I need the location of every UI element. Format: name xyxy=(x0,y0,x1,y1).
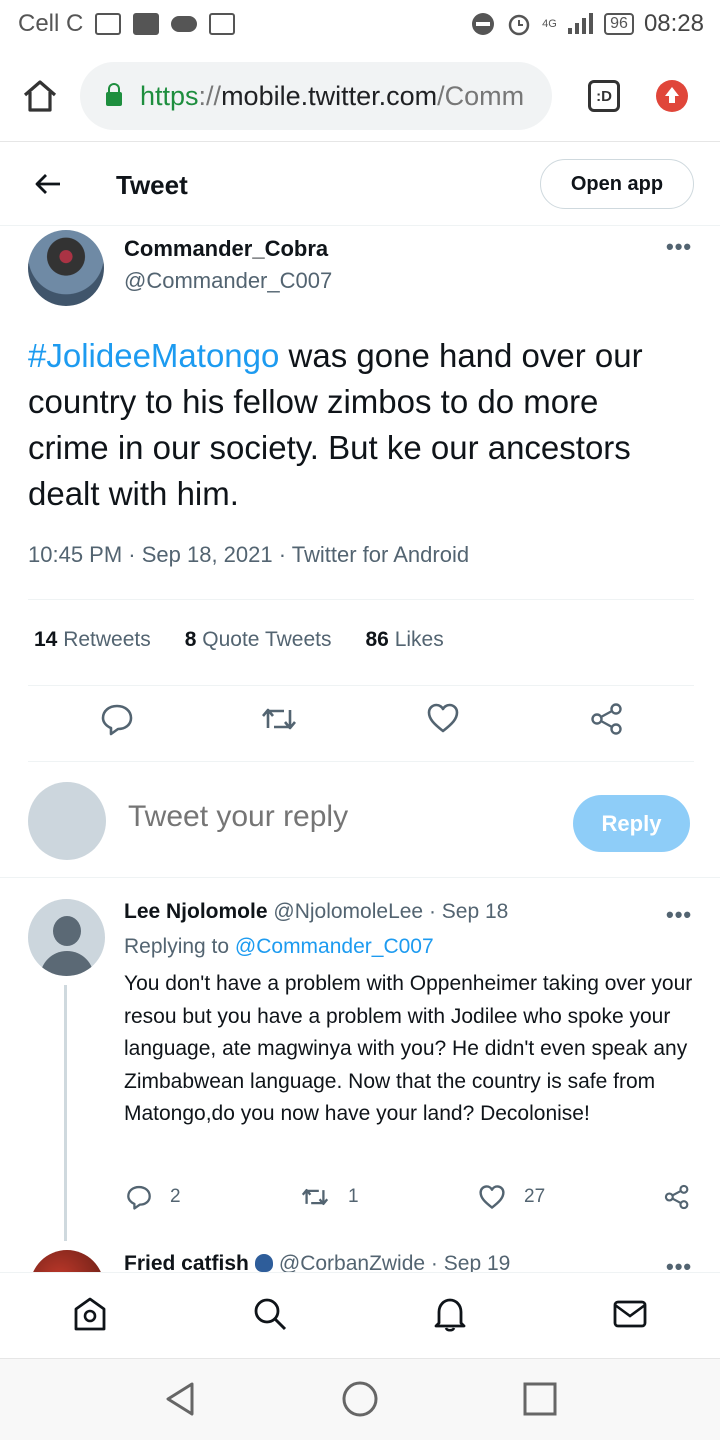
reply-date[interactable]: Sep 18 xyxy=(442,900,509,923)
like-icon xyxy=(479,1185,505,1209)
reply-header: Lee Njolomole @NjolomoleLee · Sep 18 xyxy=(124,900,508,924)
retweets-stat[interactable]: 14 Retweets xyxy=(34,628,151,652)
do-not-disturb-icon xyxy=(472,13,495,35)
retweets-label: Retweets xyxy=(63,628,151,651)
page-title: Tweet xyxy=(116,170,188,200)
alarm-icon xyxy=(508,14,530,36)
quote-count: 8 xyxy=(184,628,197,651)
signal-icon xyxy=(568,13,594,34)
share-icon xyxy=(664,1184,689,1210)
page-header: Tweet Open app xyxy=(0,148,720,226)
reply-button[interactable]: Reply xyxy=(573,795,690,852)
reply-retweet-action[interactable]: 1 xyxy=(300,1184,359,1210)
address-bar[interactable]: https://mobile.twitter.com/Comm xyxy=(80,62,552,130)
cloud-notification-icon xyxy=(171,16,198,32)
like-icon[interactable] xyxy=(426,702,460,734)
search-icon[interactable] xyxy=(252,1295,288,1333)
url-host: mobile.twitter.com xyxy=(221,80,438,111)
user-badge-icon xyxy=(254,1254,273,1272)
url-path: /Comm xyxy=(437,80,525,111)
reply-input[interactable] xyxy=(128,800,548,834)
divider xyxy=(0,877,720,878)
replying-to-mention[interactable]: @Commander_C007 xyxy=(235,935,434,958)
reply-actions: 2 1 27 xyxy=(0,1184,720,1214)
retweets-count: 14 xyxy=(34,628,58,651)
carrier-label: Cell C xyxy=(18,10,84,37)
reply-icon[interactable] xyxy=(100,702,134,736)
share-icon[interactable] xyxy=(590,702,624,736)
quote-tweets-stat[interactable]: 8 Quote Tweets xyxy=(185,628,332,652)
likes-stat[interactable]: 86 Likes xyxy=(365,628,443,652)
reply-icon xyxy=(127,1185,151,1210)
reply-reply-action[interactable]: 2 xyxy=(126,1184,181,1210)
status-time: 08:28 xyxy=(643,10,704,37)
retweet-count: 1 xyxy=(348,1186,359,1207)
tweet-text: #JolideeMatongo was gone hand over our c… xyxy=(28,333,688,517)
system-navigation-bar xyxy=(0,1358,720,1440)
current-user-avatar xyxy=(28,782,106,860)
browser-toolbar: https://mobile.twitter.com/Comm :D xyxy=(0,50,720,142)
divider xyxy=(28,761,694,762)
home-circle-icon[interactable] xyxy=(340,1379,380,1419)
reply-author-handle[interactable]: @NjolomoleLee xyxy=(273,900,423,923)
retweet-icon[interactable] xyxy=(260,702,298,736)
status-bar: Cell C 4G 96 08:28 xyxy=(0,0,720,50)
reply-count: 2 xyxy=(170,1186,181,1207)
divider xyxy=(28,685,694,686)
divider xyxy=(28,599,694,600)
reply-separator: · xyxy=(423,900,442,923)
tab-switcher-button[interactable]: :D xyxy=(588,80,620,112)
hashtag-link[interactable]: #JolideeMatongo xyxy=(28,337,279,374)
author-handle[interactable]: @Commander_C007 xyxy=(124,268,332,294)
url-separator: :// xyxy=(198,80,222,111)
reply-avatar-default[interactable] xyxy=(28,899,105,976)
quote-label: Quote Tweets xyxy=(202,628,332,651)
tweet-stats: 14 Retweets 8 Quote Tweets 86 Likes xyxy=(34,628,444,652)
tweet-actions xyxy=(0,702,720,746)
likes-label: Likes xyxy=(394,628,444,651)
calendar-notification-icon xyxy=(209,13,236,35)
like-count: 27 xyxy=(524,1186,546,1207)
open-app-button[interactable]: Open app xyxy=(540,159,694,209)
mail-icon[interactable] xyxy=(612,1295,648,1333)
author-name[interactable]: Commander_Cobra xyxy=(124,236,328,262)
image-notification-icon xyxy=(133,13,160,35)
retweet-icon xyxy=(301,1188,329,1206)
recents-square-icon[interactable] xyxy=(520,1379,560,1419)
back-triangle-icon[interactable] xyxy=(160,1379,200,1419)
reply-like-action[interactable]: 27 xyxy=(478,1184,545,1210)
browser-home-icon[interactable] xyxy=(22,78,58,114)
lock-icon xyxy=(106,83,122,106)
replying-to: Replying to @Commander_C007 xyxy=(124,935,434,959)
reply-author-name[interactable]: Lee Njolomole xyxy=(124,900,268,923)
replying-to-prefix: Replying to xyxy=(124,935,235,958)
tweet-timestamp[interactable]: 10:45 PM · Sep 18, 2021 · Twitter for An… xyxy=(28,542,469,568)
back-arrow-icon[interactable] xyxy=(34,170,62,206)
author-avatar[interactable] xyxy=(28,230,104,306)
bottom-navigation xyxy=(0,1272,720,1358)
more-options-icon[interactable]: ••• xyxy=(666,234,692,260)
mail-notification-icon xyxy=(95,13,122,35)
reply-share-action[interactable] xyxy=(664,1184,690,1210)
bell-icon[interactable] xyxy=(432,1295,468,1333)
network-type: 4G xyxy=(542,18,557,30)
url-scheme: https xyxy=(140,80,199,111)
battery-level: 96 xyxy=(604,13,634,35)
reply-more-options-icon[interactable]: ••• xyxy=(666,902,692,928)
likes-count: 86 xyxy=(365,628,389,651)
update-icon[interactable] xyxy=(656,80,688,112)
reply-text: You don't have a problem with Oppenheime… xyxy=(124,972,693,1125)
home-icon[interactable] xyxy=(72,1295,108,1333)
